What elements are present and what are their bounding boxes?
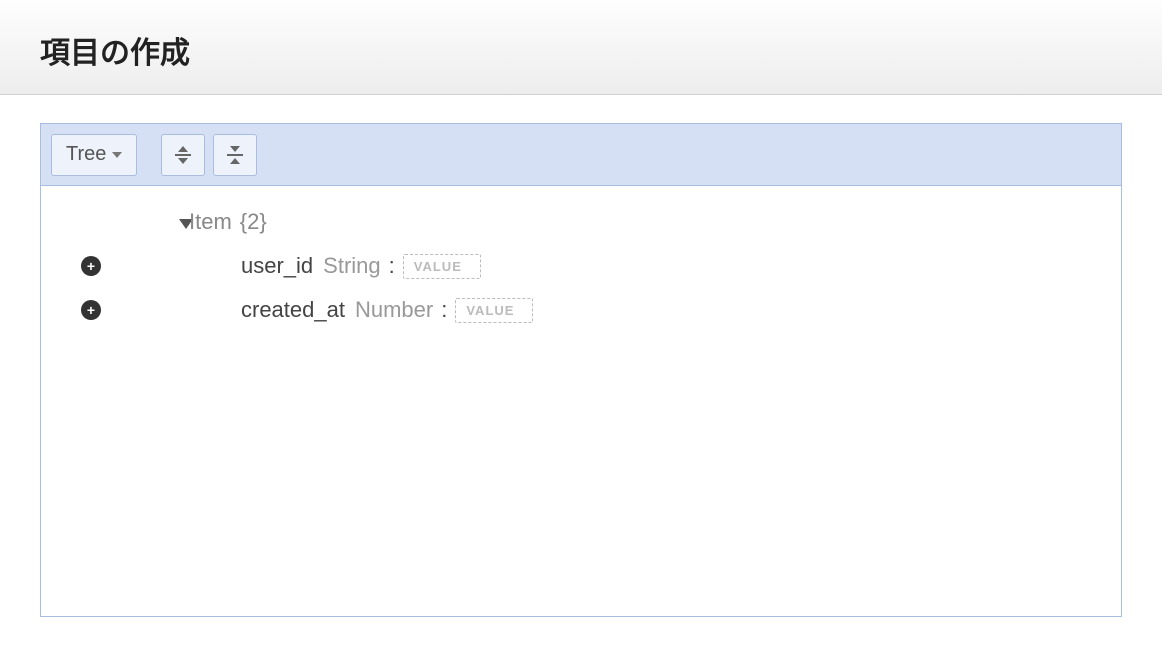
expand-all-button[interactable] <box>161 134 205 176</box>
view-mode-label: Tree <box>66 143 106 166</box>
root-label: Item <box>189 209 232 235</box>
collapse-icon <box>227 146 243 164</box>
tree-root-row: Item {2} <box>41 200 1121 244</box>
field-value-input[interactable] <box>455 298 533 323</box>
field-name: created_at <box>241 297 345 323</box>
view-mode-dropdown[interactable]: Tree <box>51 134 137 176</box>
colon-separator: : <box>441 297 447 323</box>
header-bar: 項目の作成 <box>0 0 1162 95</box>
toolbar-icon-group <box>161 134 257 176</box>
field-name: user_id <box>241 253 313 279</box>
tree-body: Item {2} + user_id String : + created_at <box>41 186 1121 616</box>
root-count: {2} <box>240 209 267 235</box>
page-title: 項目の作成 <box>40 28 1122 72</box>
expand-icon <box>175 146 191 164</box>
add-field-button[interactable]: + <box>81 300 101 320</box>
colon-separator: : <box>389 253 395 279</box>
field-value-input[interactable] <box>403 254 481 279</box>
field-type[interactable]: String <box>323 253 380 279</box>
editor-toolbar: Tree <box>41 124 1121 186</box>
content-area: Tree <box>0 95 1162 645</box>
tree-field-row: + user_id String : <box>41 244 1121 288</box>
field-type[interactable]: Number <box>355 297 433 323</box>
editor-panel: Tree <box>40 123 1122 617</box>
caret-down-icon <box>112 152 122 158</box>
collapse-all-button[interactable] <box>213 134 257 176</box>
add-field-button[interactable]: + <box>81 256 101 276</box>
tree-field-row: + created_at Number : <box>41 288 1121 332</box>
